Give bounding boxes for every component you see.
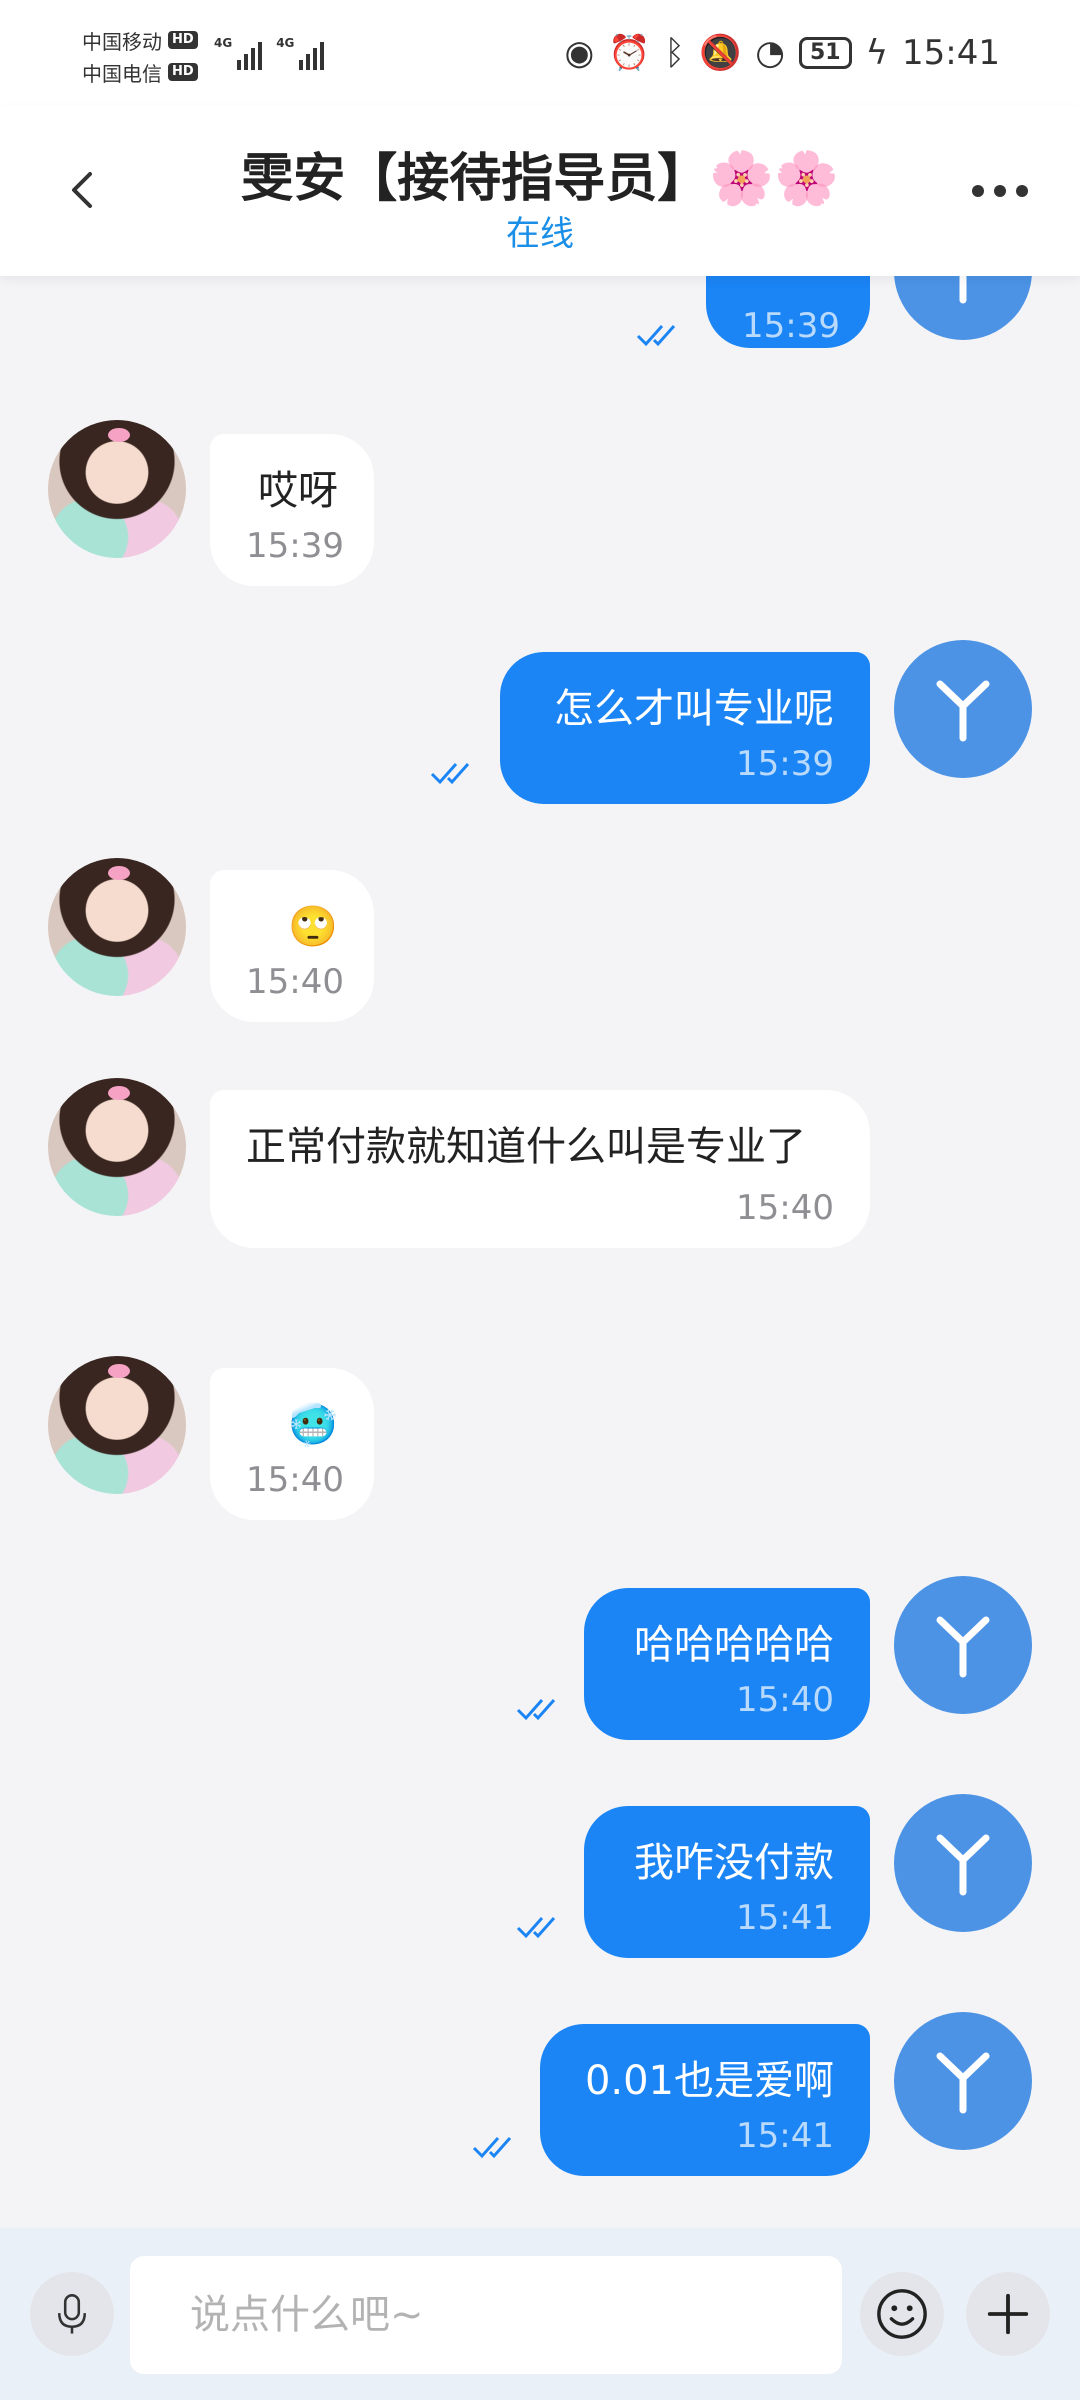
emoji-message: 🙄 [288,904,338,950]
contact-avatar[interactable] [48,420,186,558]
battery-indicator: 51 [798,37,852,69]
contact-avatar[interactable] [48,1078,186,1216]
message-bubble-in[interactable]: 🥶 15:40 [210,1368,374,1520]
message-time: 15:39 [246,526,344,566]
message-bubble-in[interactable]: 🙄 15:40 [210,870,374,1022]
message-time: 15:40 [736,1680,834,1720]
contact-avatar[interactable] [48,858,186,996]
message-list[interactable]: 15:39 哎呀 15:39 怎么才叫专业呢 15:39 🙄 15:40 正常付… [0,276,1080,2228]
message-time: 15:40 [246,1460,344,1500]
message-time: 15:40 [736,1188,834,1228]
my-avatar[interactable] [894,276,1032,340]
message-bubble-in[interactable]: 哎呀 15:39 [210,434,374,586]
my-avatar[interactable] [894,1794,1032,1932]
message-bubble-out[interactable]: 我咋没付款 15:41 [584,1806,870,1958]
message-text: 0.01也是爱啊 [584,2058,834,2104]
message-time: 15:39 [742,306,840,346]
emoji-message: 🥶 [288,1402,338,1448]
chat-header: 雯安【接待指导员】🌸🌸 在线 [0,106,1080,276]
message-bubble-out[interactable]: 0.01也是爱啊 15:41 [540,2024,870,2176]
signal-icon: 4G [276,36,325,70]
input-bar: 说点什么吧~ [0,2228,1080,2400]
hd-badge: HD [168,63,198,81]
status-time: 15:41 [902,33,1000,73]
network-label: 4G [276,36,295,50]
message-input[interactable]: 说点什么吧~ [130,2256,842,2374]
carrier-2-label: 中国电信 [82,61,162,86]
signal-icon: 4G [214,36,263,70]
message-bubble-out[interactable]: 15:39 [706,276,870,348]
message-text: 怎么才叫专业呢 [554,686,834,732]
contact-name: 雯安【接待指导员】🌸🌸 [241,149,839,209]
online-status: 在线 [506,214,574,254]
message-bubble-in[interactable]: 正常付款就知道什么叫是专业了 15:40 [210,1090,870,1248]
microphone-icon[interactable] [30,2272,114,2356]
my-avatar[interactable] [894,640,1032,778]
read-receipt-icon [636,325,676,347]
carrier-1-label: 中国移动 [82,29,162,54]
read-receipt-icon [430,763,470,785]
status-icons: ◉ ⏰ ᛒ 🔕 ◔ 51 ϟ 15:41 [565,28,1000,78]
message-time: 15:41 [736,1898,834,1938]
signal-indicators: 4G 4G [214,36,325,70]
eye-icon: ◉ [564,33,595,73]
message-bubble-out[interactable]: 哈哈哈哈哈 15:40 [584,1588,870,1740]
alarm-icon: ⏰ [608,33,651,73]
read-receipt-icon [516,1917,556,1939]
status-bar: 中国移动 HD 中国电信 HD 4G 4G ◉ ⏰ ᛒ 🔕 ◔ 51 ϟ 15:41 [0,0,1080,106]
mute-bell-icon: 🔕 [698,33,742,73]
bluetooth-icon: ᛒ [664,33,685,73]
speed-icon: ◔ [755,33,785,73]
more-dots-icon[interactable] [960,166,1040,216]
message-time: 15:40 [246,962,344,1002]
network-label: 4G [214,36,233,50]
message-time: 15:41 [736,2116,834,2156]
hd-badge: HD [168,31,198,49]
charging-icon: ϟ [865,33,889,73]
message-text: 哈哈哈哈哈 [634,1622,834,1668]
plus-icon[interactable] [966,2272,1050,2356]
my-avatar[interactable] [894,2012,1032,2150]
message-text: 正常付款就知道什么叫是专业了 [246,1124,806,1170]
message-bubble-out[interactable]: 怎么才叫专业呢 15:39 [500,652,870,804]
message-text: 我咋没付款 [634,1840,834,1886]
my-avatar[interactable] [894,1576,1032,1714]
message-text: 哎呀 [258,468,338,514]
read-receipt-icon [472,2137,512,2159]
contact-avatar[interactable] [48,1356,186,1494]
smiley-icon[interactable] [860,2272,944,2356]
message-time: 15:39 [736,744,834,784]
read-receipt-icon [516,1699,556,1721]
chat-screen: 中国移动 HD 中国电信 HD 4G 4G ◉ ⏰ ᛒ 🔕 ◔ 51 ϟ 15:41 [0,0,1080,2400]
